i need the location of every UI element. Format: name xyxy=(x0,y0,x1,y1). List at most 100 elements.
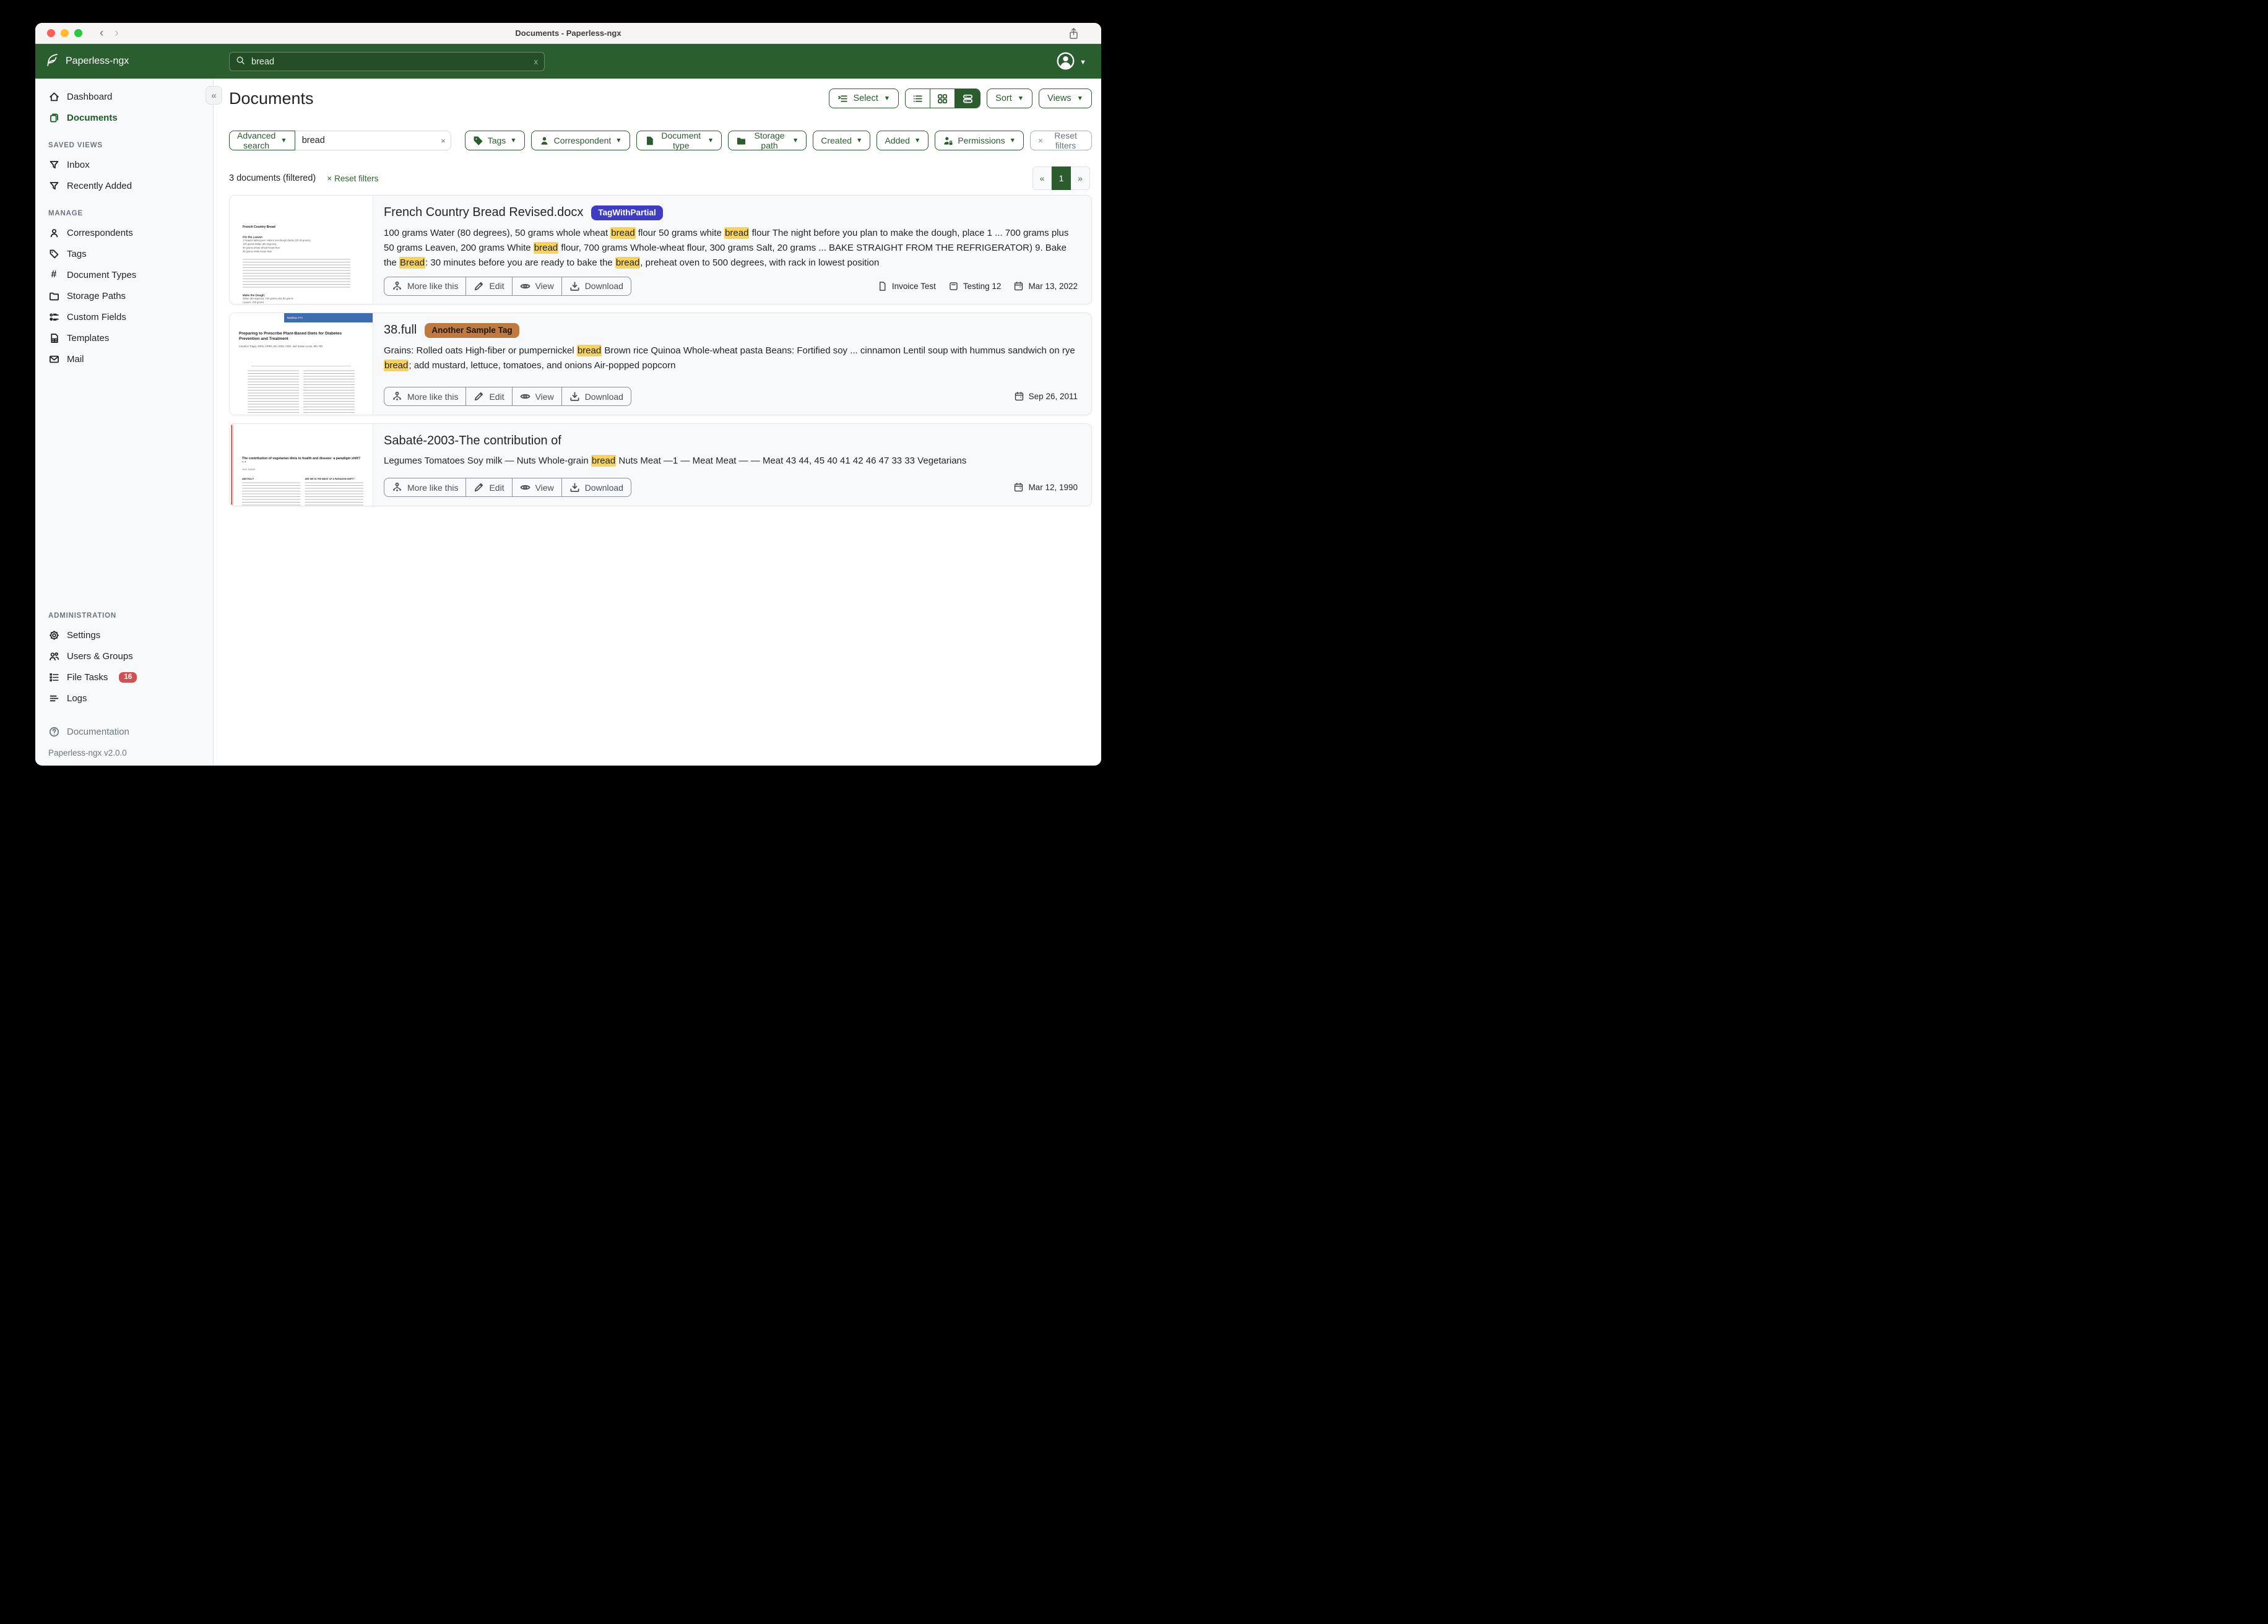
sidebar-item-templates[interactable]: Templates xyxy=(35,327,213,348)
sidebar-item-document-types[interactable]: # Document Types xyxy=(35,264,213,285)
app-window: ‹ › Documents - Paperless-ngx Paperless-… xyxy=(35,23,1101,766)
person-icon xyxy=(48,227,59,238)
view-button[interactable]: View xyxy=(512,277,562,296)
reset-filters-link[interactable]: ×Reset filters xyxy=(327,174,378,183)
view-mode-cards-button[interactable] xyxy=(955,89,980,108)
x-icon: × xyxy=(1038,136,1043,145)
morelike-icon xyxy=(392,391,402,402)
more-like-this-button[interactable]: More like this xyxy=(384,387,466,406)
sidebar-group: Dashboard Documents xyxy=(35,86,213,128)
view-button[interactable]: View xyxy=(512,387,562,406)
view-grid-icon xyxy=(937,93,948,104)
reset-filters-button[interactable]: ×Reset filters xyxy=(1030,131,1092,150)
caret-down-icon: ▼ xyxy=(615,137,621,144)
advanced-search-input[interactable] xyxy=(295,131,451,150)
document-snippet: Grains: Rolled oats High-fiber or pumper… xyxy=(384,343,1078,381)
sidebar-collapse-button[interactable]: « xyxy=(206,86,222,105)
select-button[interactable]: Select▼ xyxy=(829,89,899,108)
document-thumbnail[interactable]: French Country Bread For the Leaven 1 he… xyxy=(230,196,373,304)
filter-created-button[interactable]: Created▼ xyxy=(813,131,870,150)
document-title[interactable]: Sabaté-2003-The contribution of xyxy=(384,434,561,448)
document-title[interactable]: French Country Bread Revised.docx xyxy=(384,205,583,220)
pencil-icon xyxy=(474,482,484,493)
sidebar-item-label: Correspondents xyxy=(67,228,133,238)
clear-search-icon[interactable]: × xyxy=(441,136,446,145)
view-list-icon xyxy=(912,93,923,104)
caret-down-icon: ▼ xyxy=(280,137,287,144)
gear-icon xyxy=(48,629,59,641)
tag-badge[interactable]: TagWithPartial xyxy=(591,205,662,220)
pencil-icon xyxy=(474,281,484,292)
sidebar-item-label: Templates xyxy=(67,333,109,343)
pagination-prev-button[interactable]: « xyxy=(1032,166,1052,190)
search-input[interactable] xyxy=(250,56,534,67)
document-metadata: Mar 12, 1990 xyxy=(1013,482,1078,493)
document-meta-testing-12[interactable]: Testing 12 xyxy=(948,281,1002,292)
views-button[interactable]: Views▼ xyxy=(1039,89,1092,108)
document-thumbnail[interactable]: Nutrition FYI Preparing to Prescribe Pla… xyxy=(230,313,373,415)
filter-correspondent-button[interactable]: Correspondent▼ xyxy=(531,131,630,150)
view-mode-grid-button[interactable] xyxy=(930,89,955,108)
app-brand[interactable]: Paperless-ngx xyxy=(45,53,129,71)
document-meta-mar-12-1990[interactable]: Mar 12, 1990 xyxy=(1013,482,1078,493)
filter-storage-path-button[interactable]: Storage path▼ xyxy=(728,131,807,150)
search-clear-icon[interactable]: x xyxy=(534,57,539,66)
advanced-search-dropdown[interactable]: Advanced search▼ xyxy=(229,131,295,150)
document-meta-sep-26-2011[interactable]: Sep 26, 2011 xyxy=(1014,391,1078,402)
edit-button[interactable]: Edit xyxy=(465,387,512,406)
more-like-this-button[interactable]: More like this xyxy=(384,277,466,296)
sort-button[interactable]: Sort▼ xyxy=(987,89,1032,108)
hash-icon: # xyxy=(48,269,59,280)
sidebar-item-file-tasks[interactable]: File Tasks 16 xyxy=(35,667,213,688)
more-like-this-button[interactable]: More like this xyxy=(384,478,466,497)
sidebar-item-inbox[interactable]: Inbox xyxy=(35,154,213,175)
sidebar-item-tags[interactable]: Tags xyxy=(35,243,213,264)
sidebar-item-dashboard[interactable]: Dashboard xyxy=(35,86,213,107)
edit-button[interactable]: Edit xyxy=(465,478,512,497)
filter-document-type-button[interactable]: Document type▼ xyxy=(636,131,722,150)
pagination-next-button[interactable]: » xyxy=(1071,166,1090,190)
global-search[interactable]: x xyxy=(229,52,545,71)
sidebar-item-recently-added[interactable]: Recently Added xyxy=(35,175,213,196)
sidebar-item-settings[interactable]: Settings xyxy=(35,624,213,646)
document-thumbnail[interactable]: The contribution of vegetarian diets to … xyxy=(230,424,373,506)
pagination-page-1[interactable]: 1 xyxy=(1052,166,1071,190)
sidebar-item-correspondents[interactable]: Correspondents xyxy=(35,222,213,243)
filter-added-button[interactable]: Added▼ xyxy=(876,131,928,150)
sidebar-item-mail[interactable]: Mail xyxy=(35,348,213,369)
search-term-highlight: bread xyxy=(724,227,749,239)
download-icon xyxy=(569,281,580,292)
edit-button[interactable]: Edit xyxy=(465,277,512,296)
sidebar-item-custom-fields[interactable]: Custom Fields xyxy=(35,306,213,327)
download-button[interactable]: Download xyxy=(561,277,631,296)
document-snippet: Legumes Tomatoes Soy milk — Nuts Whole-g… xyxy=(384,454,1078,472)
document-title[interactable]: 38.full xyxy=(384,323,417,337)
view-button[interactable]: View xyxy=(512,478,562,497)
view-mode-list-button[interactable] xyxy=(906,89,930,108)
document-meta-invoice-test[interactable]: Invoice Test xyxy=(877,281,936,292)
document-meta-mar-13-2022[interactable]: Mar 13, 2022 xyxy=(1013,281,1078,292)
share-icon[interactable] xyxy=(1068,28,1079,43)
sidebar-section-header: ADMINISTRATION xyxy=(48,612,213,620)
sidebar-item-label: Settings xyxy=(67,630,100,641)
document-actions: More like thisEditViewDownload xyxy=(384,277,631,296)
document-snippet: 100 grams Water (80 degrees), 50 grams w… xyxy=(384,226,1078,270)
sidebar-item-users-groups[interactable]: Users & Groups xyxy=(35,646,213,667)
thumbnail-page: Nutrition FYI Preparing to Prescribe Pla… xyxy=(230,313,373,415)
sidebar: Dashboard Documents SAVED VIEWS Inbox Re… xyxy=(35,79,214,765)
sidebar-item-logs[interactable]: Logs xyxy=(35,688,213,709)
select-list-icon xyxy=(838,93,848,104)
download-button[interactable]: Download xyxy=(561,478,631,497)
download-button[interactable]: Download xyxy=(561,387,631,406)
user-menu[interactable]: ▼ xyxy=(1056,51,1086,74)
macos-titlebar: ‹ › Documents - Paperless-ngx xyxy=(35,23,1101,44)
sidebar-item-storage-paths[interactable]: Storage Paths xyxy=(35,285,213,306)
sidebar-item-documentation[interactable]: Documentation xyxy=(35,721,213,742)
filter-permissions-button[interactable]: Permissions▼ xyxy=(935,131,1024,150)
logs-icon xyxy=(48,693,59,704)
sidebar-item-documents[interactable]: Documents xyxy=(35,107,213,128)
sidebar-item-label: Dashboard xyxy=(67,92,112,102)
filter-tags-button[interactable]: Tags▼ xyxy=(465,131,525,150)
chevron-down-icon: ▼ xyxy=(1080,59,1086,66)
tag-badge[interactable]: Another Sample Tag xyxy=(425,323,519,338)
